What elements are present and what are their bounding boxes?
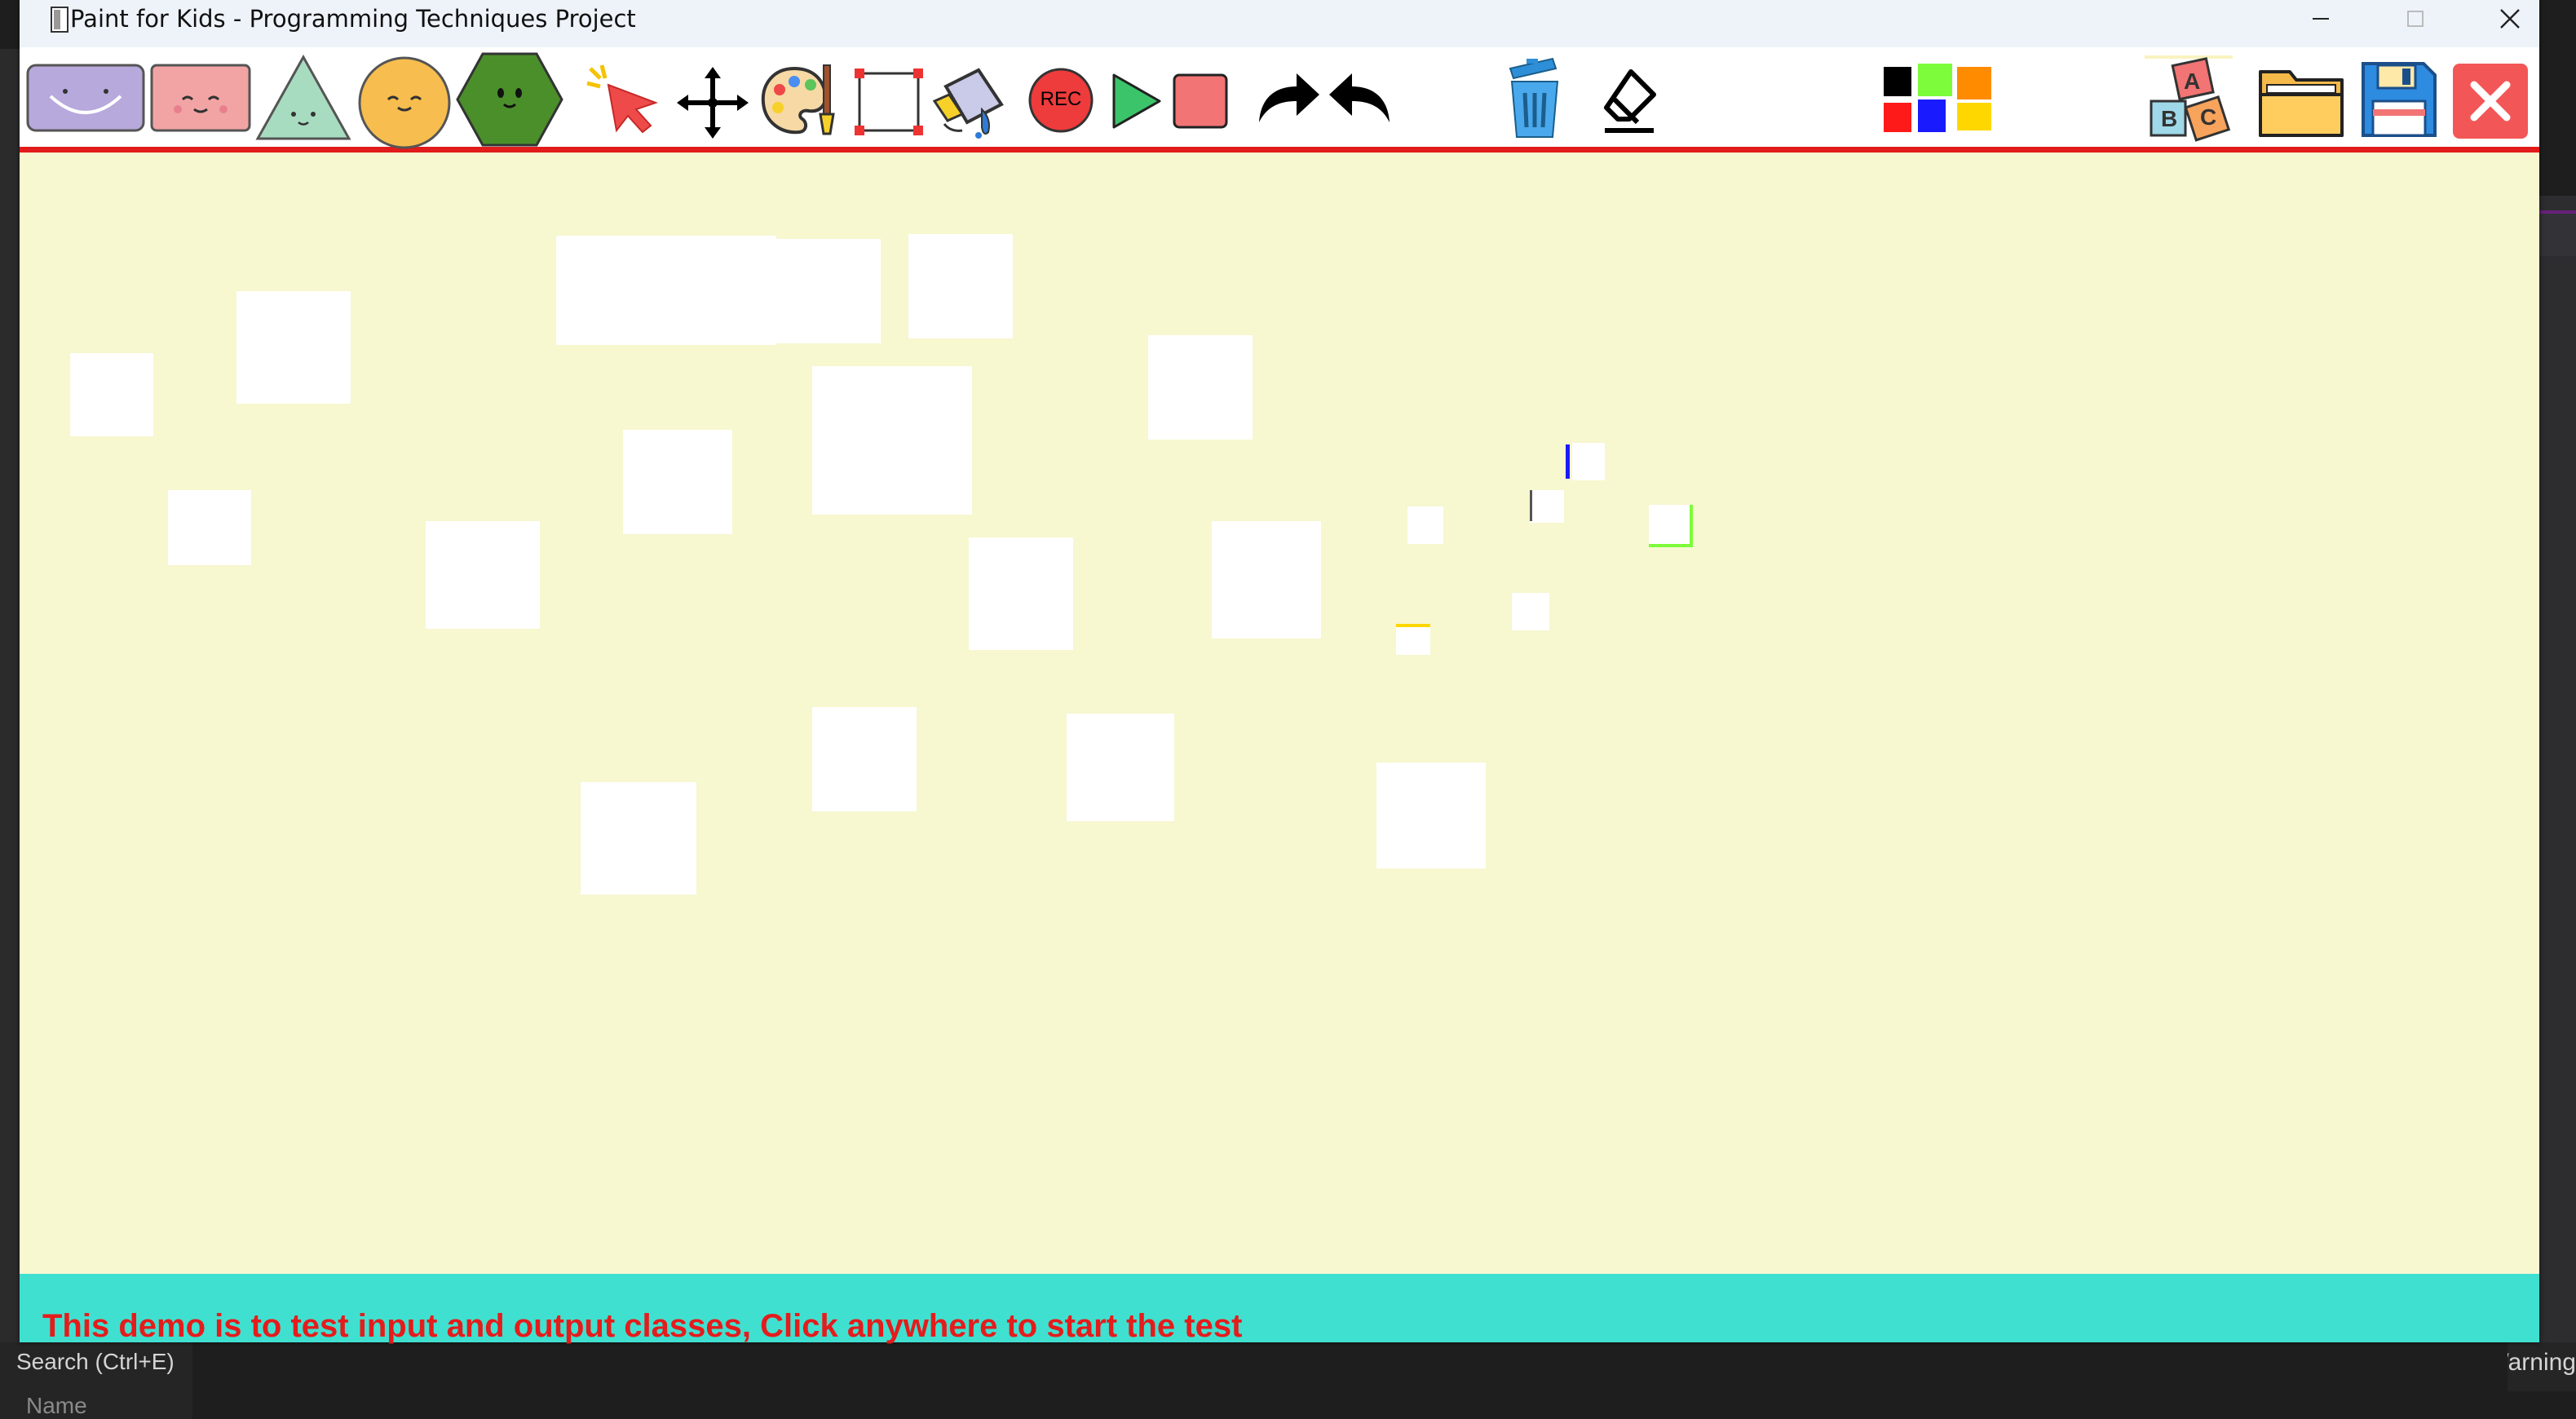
move-arrows-icon [677, 67, 749, 139]
exit-button[interactable] [2451, 62, 2530, 140]
block-letter-a: A [2184, 69, 2201, 94]
green-smiling-triangle-icon [255, 54, 351, 140]
swatch-blue[interactable] [1918, 99, 1946, 132]
resize-frame-icon [855, 69, 923, 135]
select-tool[interactable] [584, 60, 665, 135]
canvas-shape [426, 521, 540, 629]
undo-arrow-icon [1329, 73, 1390, 122]
canvas-shape [1396, 624, 1430, 655]
title-bar: Paint for Kids - Programming Techniques … [20, 0, 2539, 47]
green-smiling-hexagon-icon [456, 52, 563, 147]
fill-tool[interactable] [930, 62, 1011, 140]
pink-smiling-rectangle-icon [150, 64, 251, 132]
record-label: REC [1040, 88, 1082, 110]
window-title: Paint for Kids - Programming Techniques … [70, 5, 636, 33]
purple-smiling-oval-icon [26, 64, 145, 132]
app-window-icon [51, 7, 68, 33]
delete-button[interactable] [1502, 57, 1567, 140]
maximize-icon [2407, 11, 2424, 27]
color-palette-tool[interactable] [758, 60, 840, 142]
color-swatches [1884, 64, 1991, 132]
minimize-icon [2313, 18, 2329, 20]
undo-button[interactable] [1328, 69, 1393, 126]
canvas-shape [1649, 505, 1693, 547]
canvas-shape [1530, 490, 1564, 523]
orange-smiling-circle-icon [358, 56, 451, 149]
pointer-icon [586, 64, 658, 134]
canvas-shape [70, 353, 153, 436]
abc-blocks-icon [2145, 55, 2233, 142]
canvas-shape [1512, 593, 1549, 630]
paint-bucket-icon [932, 68, 1004, 139]
play-button[interactable] [1107, 72, 1164, 130]
block-letter-c: C [2200, 104, 2217, 130]
trash-icon [1509, 57, 1559, 138]
maximize-button[interactable] [2368, 0, 2463, 38]
swatch-yellow[interactable] [1957, 103, 1991, 130]
canvas-shape [1376, 763, 1486, 869]
save-button[interactable] [2360, 60, 2438, 139]
canvas-shape [908, 234, 1013, 338]
status-message: This demo is to test input and output cl… [42, 1308, 1243, 1344]
canvas-shape [969, 537, 1073, 650]
background-name-column: Name [26, 1393, 87, 1418]
resize-tool[interactable] [853, 67, 925, 137]
oval-shape-tool[interactable] [26, 64, 145, 132]
stop-button[interactable] [1171, 72, 1230, 130]
background-warning-text: Warning [2508, 1349, 2576, 1376]
background-search-label[interactable]: Search (Ctrl+E) [16, 1349, 175, 1375]
paint-app-window: Paint for Kids - Programming Techniques … [20, 0, 2539, 1344]
play-icon [1112, 73, 1161, 129]
canvas-shape [1148, 335, 1253, 440]
canvas-shape [1572, 443, 1605, 480]
canvas-shape [556, 236, 776, 345]
floppy-disk-icon [2362, 62, 2437, 137]
background-ide-right-band [2536, 210, 2576, 256]
stop-icon [1173, 73, 1228, 129]
canvas-shape [236, 291, 351, 404]
drawing-canvas[interactable] [20, 153, 2539, 1274]
swatch-orange[interactable] [1957, 67, 1991, 99]
open-button[interactable] [2257, 60, 2347, 140]
canvas-shape [776, 239, 881, 343]
canvas-shape [812, 707, 917, 811]
folder-icon [2259, 70, 2344, 137]
record-button[interactable]: REC [1027, 67, 1094, 134]
canvas-shape [581, 782, 696, 895]
swatch-green[interactable] [1918, 64, 1952, 96]
canvas-shape [168, 490, 251, 565]
canvas-stroke-blue [1566, 444, 1570, 479]
close-x-icon [2453, 64, 2528, 139]
toolbar: REC A B C [20, 47, 2539, 153]
circle-shape-tool[interactable] [357, 55, 452, 150]
status-bar: This demo is to test input and output cl… [20, 1274, 2539, 1344]
move-tool[interactable] [677, 67, 749, 139]
window-close-button[interactable] [2463, 0, 2557, 38]
eraser-icon [1604, 69, 1656, 133]
triangle-shape-tool[interactable] [254, 54, 352, 142]
block-letter-b: B [2161, 106, 2178, 131]
rectangle-shape-tool[interactable] [150, 64, 251, 132]
canvas-shape [1407, 506, 1443, 544]
redo-arrow-icon [1259, 73, 1319, 122]
color-swatch-group [1880, 62, 2008, 135]
canvas-shape [623, 430, 732, 534]
close-icon [2500, 9, 2520, 29]
swatch-black[interactable] [1884, 67, 1911, 96]
play-mode-button[interactable]: A B C [2143, 54, 2234, 145]
background-ide-search-panel: Search (Ctrl+E) Name [0, 1342, 192, 1419]
eraser-button[interactable] [1597, 67, 1662, 137]
minimize-button[interactable] [2273, 0, 2368, 38]
background-ide-left-strip [0, 49, 20, 1419]
canvas-shape [1212, 521, 1321, 639]
background-warning-label: Warning [2508, 1342, 2576, 1391]
background-ide-right-strip [2536, 196, 2576, 1354]
redo-button[interactable] [1256, 69, 1321, 126]
canvas-shape [1067, 714, 1174, 821]
canvas-shape [812, 366, 972, 515]
canvas-stroke-gray [1530, 490, 1532, 521]
palette-icon [761, 64, 835, 135]
swatch-red[interactable] [1884, 103, 1911, 132]
hexagon-shape-tool[interactable] [455, 51, 564, 148]
